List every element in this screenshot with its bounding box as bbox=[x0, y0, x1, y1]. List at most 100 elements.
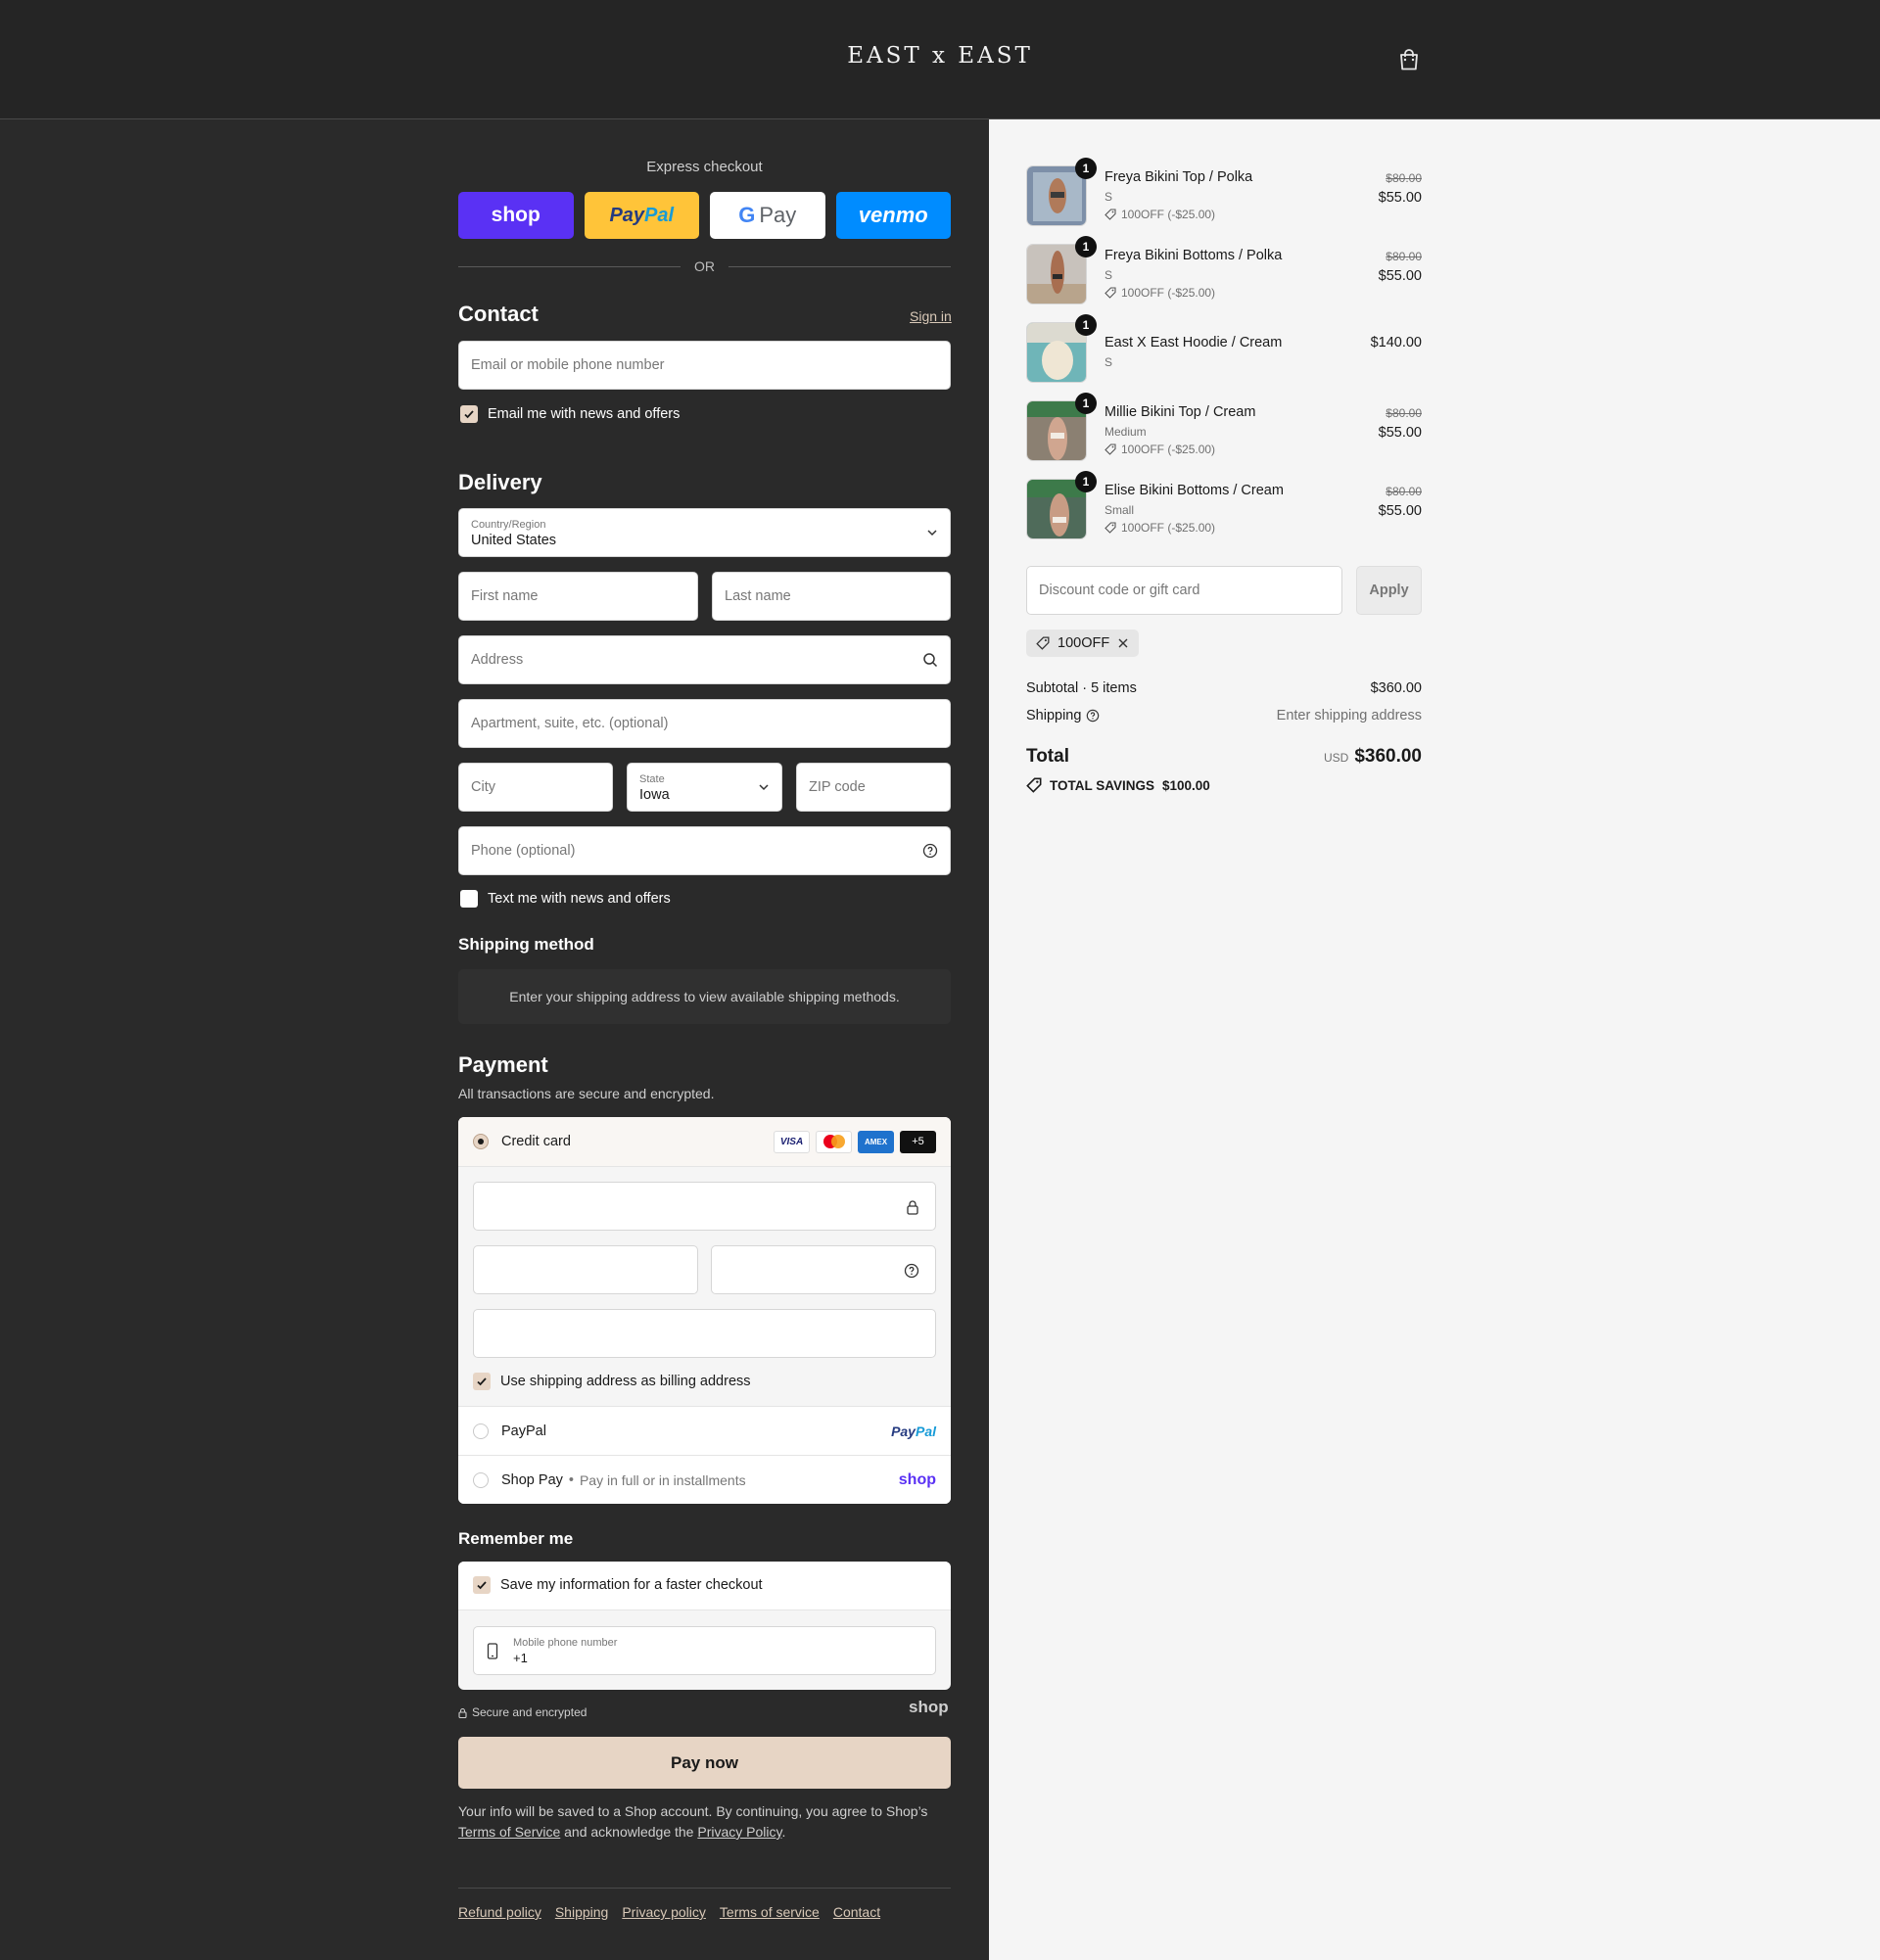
checkbox-checked-icon bbox=[473, 1373, 491, 1390]
footer-links: Refund policy Shipping Privacy policy Te… bbox=[458, 1904, 880, 1920]
apply-discount-button[interactable]: Apply bbox=[1356, 566, 1422, 615]
footer-link-contact[interactable]: Contact bbox=[833, 1904, 880, 1920]
credit-card-option[interactable]: Credit card VISA AMEX +5 bbox=[458, 1117, 951, 1167]
apartment-field[interactable]: Apartment, suite, etc. (optional) bbox=[458, 699, 951, 748]
total-row: Total USD $360.00 bbox=[1026, 746, 1422, 767]
item-original-price: $80.00 bbox=[1386, 406, 1422, 420]
address-field[interactable]: Address bbox=[458, 635, 951, 684]
footer-link-privacy[interactable]: Privacy policy bbox=[622, 1904, 706, 1920]
checkbox-checked-icon bbox=[460, 405, 478, 423]
footer-link-shipping[interactable]: Shipping bbox=[555, 1904, 609, 1920]
order-item: 1 East X East Hoodie / Cream S $140.00 bbox=[1026, 314, 1422, 383]
order-item: 1 Elise Bikini Bottoms / Cream Small 100… bbox=[1026, 471, 1422, 539]
payment-options: Credit card VISA AMEX +5 Use shipping ad… bbox=[458, 1117, 951, 1504]
zip-field[interactable]: ZIP code bbox=[796, 763, 951, 812]
payment-subtitle: All transactions are secure and encrypte… bbox=[458, 1086, 715, 1101]
item-price: $55.00 bbox=[1378, 503, 1422, 519]
store-logo[interactable]: EAST x EAST bbox=[0, 43, 1880, 69]
tag-icon bbox=[1104, 287, 1116, 299]
order-item: 1 Freya Bikini Bottoms / Polka S 100OFF … bbox=[1026, 236, 1422, 304]
shipping-method-heading: Shipping method bbox=[458, 935, 594, 954]
help-icon[interactable] bbox=[1086, 709, 1100, 723]
quantity-badge: 1 bbox=[1075, 314, 1097, 336]
state-select[interactable]: State Iowa bbox=[627, 763, 782, 812]
shop-logo: shop bbox=[909, 1698, 949, 1716]
item-price: $55.00 bbox=[1378, 190, 1422, 206]
google-g-icon: G bbox=[738, 203, 756, 227]
billing-address-checkbox[interactable]: Use shipping address as billing address bbox=[473, 1373, 751, 1390]
radio-unselected-icon bbox=[473, 1423, 489, 1439]
lock-icon bbox=[907, 1200, 918, 1215]
card-number-field[interactable] bbox=[473, 1182, 936, 1231]
card-logos: VISA AMEX +5 bbox=[774, 1130, 936, 1153]
card-cvv-field[interactable] bbox=[711, 1245, 936, 1294]
discount-code-field[interactable]: Discount code or gift card bbox=[1026, 566, 1342, 615]
email-news-checkbox[interactable]: Email me with news and offers bbox=[460, 405, 680, 423]
tag-icon bbox=[1104, 443, 1116, 455]
paypal-option[interactable]: PayPal PayPal bbox=[458, 1406, 951, 1455]
shopping-bag-icon[interactable] bbox=[1398, 48, 1420, 71]
item-variant: Medium bbox=[1104, 425, 1147, 439]
delivery-heading: Delivery bbox=[458, 470, 542, 494]
shop-pay-subtitle: Pay in full or in installments bbox=[579, 1471, 746, 1488]
paypal-logo: PayPal bbox=[891, 1423, 936, 1439]
quantity-badge: 1 bbox=[1075, 158, 1097, 179]
tag-icon bbox=[1026, 777, 1042, 793]
site-header: EAST x EAST bbox=[0, 0, 1880, 119]
item-variant: S bbox=[1104, 190, 1113, 204]
venmo-express-button[interactable]: venmo bbox=[835, 192, 951, 239]
chevron-down-icon bbox=[927, 530, 937, 537]
text-news-checkbox[interactable]: Text me with news and offers bbox=[460, 890, 671, 908]
first-name-field[interactable]: First name bbox=[458, 572, 698, 621]
footer-link-refund[interactable]: Refund policy bbox=[458, 1904, 541, 1920]
shop-pay-express-button[interactable]: shop bbox=[458, 192, 574, 239]
item-name: Millie Bikini Top / Cream bbox=[1104, 404, 1256, 420]
phone-field[interactable]: Phone (optional) bbox=[458, 826, 951, 875]
contact-heading: Contact bbox=[458, 302, 539, 326]
lock-icon bbox=[458, 1707, 467, 1718]
close-icon[interactable] bbox=[1117, 637, 1129, 649]
order-item: 1 Millie Bikini Top / Cream Medium 100OF… bbox=[1026, 393, 1422, 461]
total-savings: TOTAL SAVINGS $100.00 bbox=[1026, 777, 1422, 793]
item-name: Freya Bikini Bottoms / Polka bbox=[1104, 248, 1283, 263]
save-info-checkbox[interactable]: Save my information for a faster checkou… bbox=[473, 1576, 763, 1594]
express-checkout-buttons: shop Pay Pal G Pay venmo bbox=[458, 192, 951, 239]
more-cards-badge: +5 bbox=[900, 1130, 936, 1153]
shipping-row: Shipping Enter shipping address bbox=[1026, 708, 1422, 723]
shop-logo: shop bbox=[898, 1470, 936, 1488]
or-divider: OR bbox=[458, 257, 951, 276]
last-name-field[interactable]: Last name bbox=[712, 572, 951, 621]
sign-in-link[interactable]: Sign in bbox=[910, 308, 952, 324]
terms-of-service-link[interactable]: Terms of Service bbox=[458, 1824, 560, 1840]
city-field[interactable]: City bbox=[458, 763, 613, 812]
radio-unselected-icon bbox=[473, 1471, 489, 1488]
legal-text: Your info will be saved to a Shop accoun… bbox=[458, 1803, 928, 1840]
credit-card-form: Use shipping address as billing address bbox=[458, 1167, 951, 1406]
checkbox-unchecked-icon bbox=[460, 890, 478, 908]
checkout-form-panel: Express checkout shop Pay Pal G Pay venmo … bbox=[0, 119, 989, 1960]
email-field[interactable]: Email or mobile phone number bbox=[458, 341, 951, 390]
mobile-phone-field[interactable]: Mobile phone number +1 bbox=[473, 1626, 936, 1675]
name-on-card-field[interactable] bbox=[473, 1309, 936, 1358]
help-icon[interactable] bbox=[922, 843, 938, 859]
radio-selected-icon bbox=[473, 1134, 489, 1149]
footer-link-terms[interactable]: Terms of service bbox=[720, 1904, 820, 1920]
google-pay-express-button[interactable]: G Pay bbox=[710, 192, 825, 239]
shop-pay-option[interactable]: Shop Pay • Pay in full or in installment… bbox=[458, 1455, 951, 1504]
pay-now-button[interactable]: Pay now bbox=[458, 1737, 951, 1789]
item-original-price: $80.00 bbox=[1386, 485, 1422, 498]
paypal-express-button[interactable]: Pay Pal bbox=[584, 192, 699, 239]
card-expiry-field[interactable] bbox=[473, 1245, 698, 1294]
shipping-method-notice: Enter your shipping address to view avai… bbox=[458, 969, 951, 1024]
help-icon[interactable] bbox=[904, 1263, 919, 1279]
country-select[interactable]: Country/Region United States bbox=[458, 508, 951, 557]
search-icon bbox=[923, 653, 938, 668]
paypal-logo: Pay bbox=[609, 204, 645, 226]
tag-icon bbox=[1036, 636, 1050, 650]
quantity-badge: 1 bbox=[1075, 471, 1097, 492]
quantity-badge: 1 bbox=[1075, 236, 1097, 257]
visa-icon: VISA bbox=[774, 1130, 810, 1153]
privacy-policy-link[interactable]: Privacy Policy bbox=[697, 1824, 781, 1840]
remember-me-heading: Remember me bbox=[458, 1529, 574, 1548]
item-original-price: $80.00 bbox=[1386, 250, 1422, 263]
